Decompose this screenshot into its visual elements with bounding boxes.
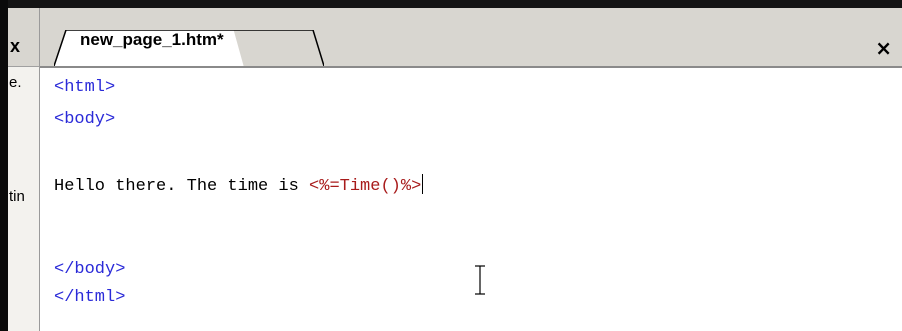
code-asp-expression: <%=Time()%> <box>309 177 422 196</box>
code-line-7: </body> <box>54 260 126 279</box>
editor-window: x e. tin new_page_1.htm* × <html> <body>… <box>0 0 902 331</box>
window-edge-left <box>0 0 8 331</box>
code-line-4: Hello there. The time is <%=Time()%> <box>54 174 424 196</box>
code-line-2: <body> <box>54 110 116 129</box>
tab-new-page-1[interactable]: new_page_1.htm* <box>54 30 244 66</box>
side-panel-text-2: tin <box>9 188 25 205</box>
text-caret <box>422 174 424 194</box>
side-panel-header: x <box>8 8 39 67</box>
close-icon[interactable]: × <box>875 36 892 60</box>
close-icon[interactable]: x <box>10 36 20 57</box>
tab-bar: new_page_1.htm* × <box>40 8 902 68</box>
side-panel-text-1: e. <box>9 74 22 91</box>
text-ibeam-cursor-icon <box>475 265 485 295</box>
code-editor[interactable]: <html> <body> Hello there. The time is <… <box>40 68 902 331</box>
code-line-8: </html> <box>54 288 126 307</box>
window-edge-top <box>8 0 902 8</box>
code-line-1: <html> <box>54 78 116 97</box>
code-text-plain: Hello there. The time is <box>54 177 310 196</box>
tab-label: new_page_1.htm* <box>80 30 224 49</box>
side-panel: x e. tin <box>8 8 40 331</box>
